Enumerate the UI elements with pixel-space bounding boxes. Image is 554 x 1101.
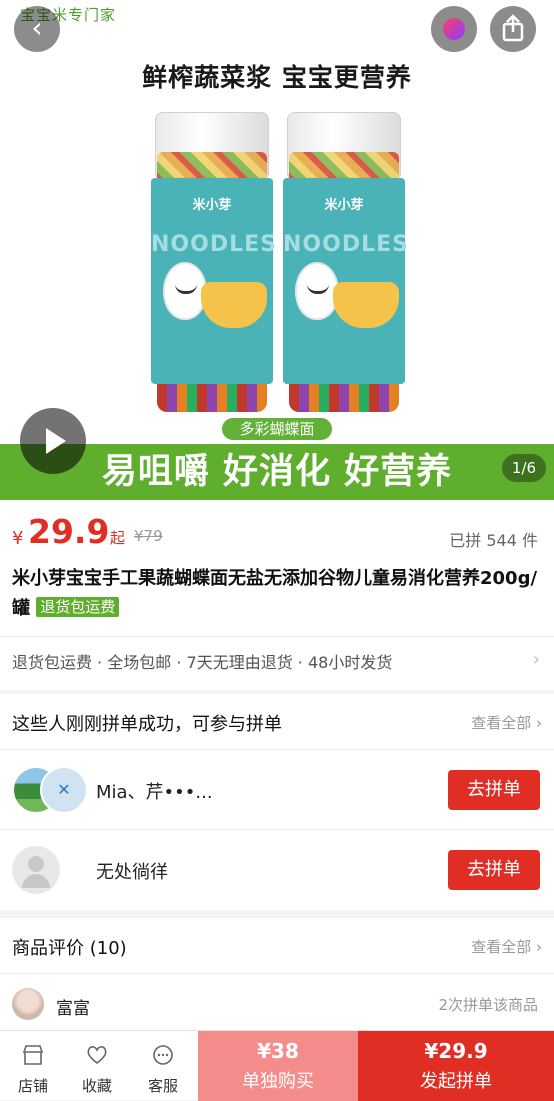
chat-icon (153, 1045, 173, 1065)
review-item[interactable]: 富富 2次拼单该商品 (0, 974, 554, 1034)
hero-headline: 鲜榨蔬菜浆 宝宝更营养 (142, 63, 412, 92)
join-group-button[interactable]: 去拼单 (448, 770, 540, 810)
avatar (12, 988, 44, 1020)
sold-count: 已拼 544 件 (449, 531, 538, 550)
return-shipping-tag: 退货包运费 (36, 597, 120, 617)
group-row: ✕ Mia、芹•••... 去拼单 (0, 750, 554, 830)
price-suffix: 起 (110, 529, 126, 547)
price-currency: ¥ (12, 528, 24, 549)
jar-brand-label: 米小芽 (192, 198, 232, 213)
bottom-action-bar: 店铺 收藏 客服 ¥38 单独购买 ¥29.9 发起拼单 (0, 1030, 554, 1101)
share-button[interactable] (490, 6, 536, 52)
single-price: ¥38 (257, 1039, 299, 1063)
image-page-indicator: 1/6 (502, 454, 546, 482)
buy-alone-button[interactable]: ¥38 单独购买 (198, 1031, 358, 1101)
jar-noodles-label: NOODLES (283, 232, 409, 257)
customer-service-button[interactable]: 客服 (130, 1031, 196, 1101)
play-icon (46, 428, 66, 454)
product-image-carousel[interactable]: 宝宝米专门家 鲜榨蔬菜浆 宝宝更营养 米小芽 NOODLES 米小芽 NOODL… (0, 0, 554, 500)
shop-button[interactable]: 店铺 (0, 1031, 66, 1101)
original-price: ¥79 (134, 527, 163, 545)
price-amount: 29.9 (28, 512, 110, 551)
group-row: 无处徜徉 去拼单 (0, 830, 554, 910)
group-price: ¥29.9 (424, 1039, 488, 1063)
reviewer-meta: 2次拼单该商品 (438, 996, 538, 1014)
reviews-header: 商品评价 (10) 查看全部 › (0, 918, 554, 974)
start-group-buy-button[interactable]: ¥29.9 发起拼单 (358, 1031, 554, 1101)
chevron-right-icon: › (532, 649, 540, 670)
group-member-names: 无处徜徉 (96, 862, 168, 883)
shop-label: 店铺 (17, 1077, 48, 1095)
reviewer-name: 富富 (56, 999, 90, 1019)
service-label: 客服 (147, 1077, 178, 1095)
jar-noodles-label: NOODLES (151, 232, 277, 257)
default-avatar-icon (12, 846, 60, 894)
reviews-view-all-link[interactable]: 查看全部 › (471, 936, 542, 957)
back-button[interactable]: ‹ (14, 6, 60, 52)
favorite-button[interactable]: 收藏 (64, 1031, 130, 1101)
service-guarantees[interactable]: 退货包运费 · 全场包邮 · 7天无理由退货 · 48小时发货 › (0, 636, 554, 684)
jar-brand-label: 米小芽 (324, 198, 364, 213)
group-buy-title: 这些人刚刚拼单成功，可参与拼单 (12, 714, 282, 735)
avatar: ✕ (40, 766, 88, 814)
app-brand-button[interactable] (431, 6, 477, 52)
chevron-left-icon: ‹ (31, 11, 43, 44)
group-member-names: Mia、芹•••... (96, 782, 213, 803)
group-label: 发起拼单 (420, 1071, 492, 1092)
shop-icon (22, 1045, 44, 1065)
reviews-title: 商品评价 (10) (12, 938, 127, 959)
play-video-button[interactable] (20, 408, 86, 474)
share-icon (502, 14, 524, 42)
group-view-all-link[interactable]: 查看全部 › (471, 712, 542, 733)
join-group-button[interactable]: 去拼单 (448, 850, 540, 890)
heart-icon (87, 1046, 107, 1065)
product-jar-right: 米小芽 NOODLES (283, 112, 409, 412)
hero-pill-label: 多彩蝴蝶面 (220, 416, 334, 442)
guarantees-text: 退货包运费 · 全场包邮 · 7天无理由退货 · 48小时发货 (12, 653, 393, 672)
product-title: 米小芽宝宝手工果蔬蝴蝶面无盐无添加谷物儿童易消化营养200g/罐 退货包运费 (12, 564, 542, 624)
brand-logo-icon (443, 18, 465, 40)
product-jar-left: 米小芽 NOODLES (151, 112, 277, 412)
favorite-label: 收藏 (81, 1077, 112, 1095)
single-label: 单独购买 (242, 1071, 314, 1092)
group-buy-header: 这些人刚刚拼单成功，可参与拼单 查看全部 › (0, 694, 554, 750)
